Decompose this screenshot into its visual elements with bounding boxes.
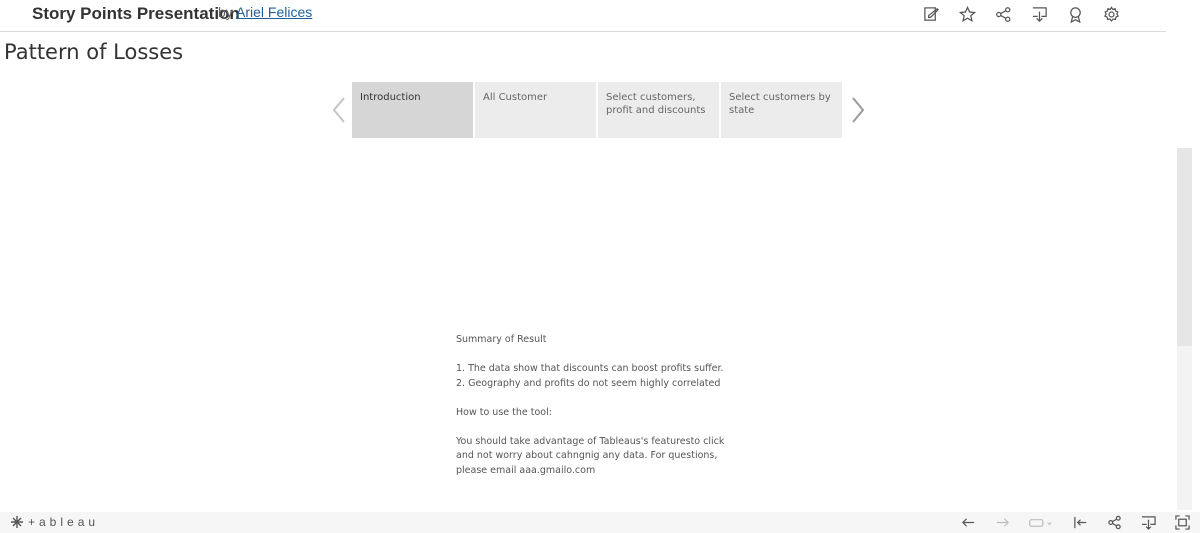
summary-finding: 1. The data show that discounts can boos… bbox=[456, 363, 724, 374]
vertical-scrollbar-thumb[interactable] bbox=[1177, 148, 1192, 346]
tableau-cross-icon bbox=[11, 516, 23, 528]
settings-gear-icon[interactable] bbox=[1100, 4, 1122, 24]
redo-icon[interactable] bbox=[992, 514, 1012, 531]
share-icon[interactable] bbox=[992, 4, 1014, 24]
bottom-toolbar: +ableau bbox=[0, 512, 1200, 533]
story-point-customers-by-state[interactable]: Select customers by state bbox=[721, 82, 842, 138]
howto-heading: How to use the tool: bbox=[456, 406, 552, 418]
revert-icon[interactable] bbox=[1026, 514, 1056, 531]
viz-header: Story Points Presentation by Ariel Felic… bbox=[0, 0, 1166, 32]
download-icon[interactable] bbox=[1138, 514, 1158, 531]
howto-text: and not worry about cahngnig any data. F… bbox=[456, 450, 718, 461]
previous-story-point-arrow-icon[interactable] bbox=[330, 96, 348, 124]
howto-text: You should take advantage of Tableaus's … bbox=[456, 435, 725, 447]
story-point-all-customer[interactable]: All Customer bbox=[475, 82, 596, 138]
summary-text-box: Summary of Result 1. The data show that … bbox=[456, 333, 746, 478]
tableau-logo[interactable]: +ableau bbox=[10, 515, 99, 529]
author-link[interactable]: Ariel Felices bbox=[236, 4, 312, 20]
share-icon[interactable] bbox=[1104, 514, 1124, 531]
tableau-logo-text: +ableau bbox=[28, 515, 100, 529]
undo-icon[interactable] bbox=[958, 514, 978, 531]
story-point-introduction[interactable]: Introduction bbox=[352, 82, 473, 138]
story-point-customers-profit-discounts[interactable]: Select customers, profit and discounts bbox=[598, 82, 719, 138]
back-to-start-icon[interactable] bbox=[1070, 514, 1090, 531]
summary-heading: Summary of Result bbox=[456, 334, 547, 345]
summary-finding: 2. Geography and profits do not seem hig… bbox=[456, 377, 721, 389]
author-prefix: by bbox=[218, 4, 233, 20]
edit-icon[interactable] bbox=[920, 4, 942, 24]
metrics-icon[interactable] bbox=[1064, 4, 1086, 24]
download-icon[interactable] bbox=[1028, 4, 1050, 24]
story-points-navigator: Introduction All Customer Select custome… bbox=[352, 82, 842, 138]
favorite-star-icon[interactable] bbox=[956, 4, 978, 24]
howto-text: please email aaa.gmailo.com bbox=[456, 464, 596, 476]
next-story-point-arrow-icon[interactable] bbox=[849, 96, 867, 124]
story-title: Pattern of Losses bbox=[4, 40, 184, 64]
header-toolbar bbox=[920, 4, 1122, 24]
workbook-title: Story Points Presentation bbox=[32, 4, 240, 23]
fullscreen-icon[interactable] bbox=[1172, 514, 1192, 531]
